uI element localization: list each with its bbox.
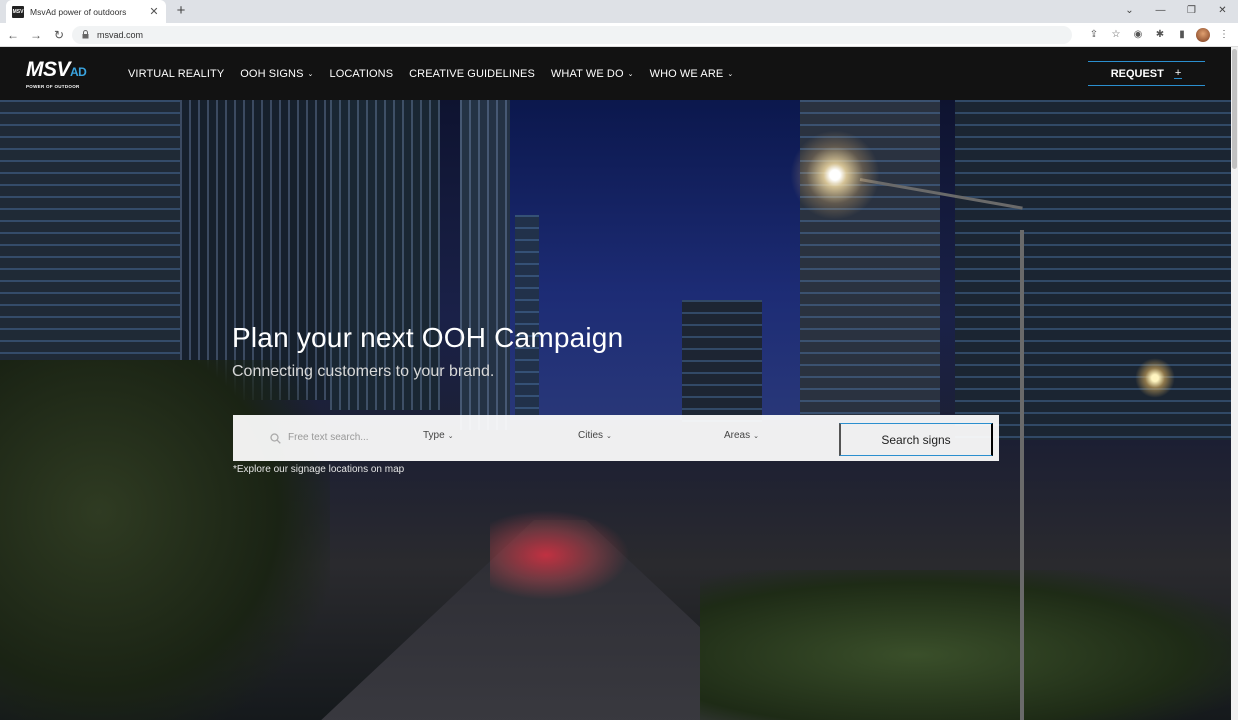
side-panel-icon[interactable]: ▮ [1174, 26, 1190, 44]
street-lamp-glow [1135, 358, 1175, 398]
page-scrollbar[interactable] [1231, 47, 1238, 720]
nav-creative-guidelines[interactable]: CREATIVE GUIDELINES [409, 68, 535, 80]
scrollbar-thumb[interactable] [1232, 49, 1237, 169]
nav-label: WHAT WE DO [550, 67, 624, 80]
chevron-down-icon: ⌄ [606, 433, 612, 440]
nav-locations[interactable]: LOCATIONS [329, 68, 393, 80]
minimize-button[interactable]: — [1145, 0, 1176, 23]
url-text[interactable]: msvad.com [97, 30, 143, 40]
street-lamp-pole [1020, 230, 1024, 720]
new-tab-button[interactable]: + [172, 2, 190, 19]
site-favicon-icon: MSV [12, 5, 24, 18]
chevron-down-icon: ⌄ [627, 70, 634, 78]
hero-traffic-lights [490, 510, 630, 600]
areas-label: Areas [724, 430, 751, 441]
search-icon [270, 431, 281, 444]
nav-who-we-are[interactable]: WHO WE ARE ⌄ [650, 68, 734, 80]
hero-trees [700, 570, 1231, 720]
lock-icon[interactable] [82, 29, 89, 41]
hero-section: Plan your next OOH Campaign Connecting c… [0, 100, 1231, 720]
nav-label: VIRTUAL REALITY [128, 67, 225, 80]
nav-label: WHO WE ARE [649, 67, 724, 80]
window-controls: ⌄ — ❐ ✕ [1114, 0, 1238, 23]
share-icon[interactable]: ⇪ [1086, 26, 1102, 44]
kebab-menu-icon[interactable]: ⋮ [1216, 26, 1232, 44]
browser-tabstrip: MSV MsvAd power of outdoors ✕ + ⌄ — ❐ ✕ [0, 0, 1238, 23]
hero-title: Plan your next OOH Campaign [232, 322, 624, 353]
nav-ooh-signs[interactable]: OOH SIGNS ⌄ [240, 68, 313, 80]
restore-button[interactable]: ❐ [1176, 0, 1207, 23]
search-signs-button[interactable]: Search signs [839, 423, 993, 456]
request-label: REQUEST [1110, 67, 1164, 80]
logo-ad-text: AD [70, 65, 87, 79]
hero-trees [0, 360, 330, 720]
nav-label: LOCATIONS [329, 67, 394, 80]
browser-toolbar: ← → ↻ msvad.com ⇪ ☆ ◉ ✱ ▮ ⋮ [0, 23, 1238, 47]
free-text-search-input[interactable] [288, 427, 398, 447]
bookmark-star-icon[interactable]: ☆ [1108, 26, 1124, 44]
close-window-button[interactable]: ✕ [1207, 0, 1238, 23]
logo-tagline: POWER OF OUTDOOR [26, 84, 80, 89]
page-viewport: MSVAD POWER OF OUTDOOR VIRTUAL REALITY O… [0, 47, 1238, 720]
site-header: MSVAD POWER OF OUTDOOR VIRTUAL REALITY O… [0, 47, 1231, 100]
logo-main-text: MSV [26, 58, 71, 81]
tab-title: MsvAd power of outdoors [30, 6, 127, 17]
nav-label: CREATIVE GUIDELINES [409, 67, 535, 80]
back-arrow-icon[interactable]: ← [3, 28, 23, 42]
chevron-down-icon: ⌄ [753, 433, 759, 440]
tab-close-icon[interactable]: ✕ [148, 5, 160, 18]
nav-label: OOH SIGNS [240, 67, 304, 80]
camera-icon[interactable]: ◉ [1130, 26, 1146, 44]
nav-virtual-reality[interactable]: VIRTUAL REALITY [128, 68, 224, 80]
areas-dropdown[interactable]: Areas ⌄ [724, 430, 759, 441]
cities-label: Cities [578, 430, 604, 441]
chevron-down-icon: ⌄ [307, 70, 314, 78]
browser-tab[interactable]: MSV MsvAd power of outdoors ✕ [6, 0, 166, 23]
reload-icon[interactable]: ↻ [49, 28, 69, 42]
type-label: Type [423, 430, 445, 441]
hero-subtitle: Connecting customers to your brand. [232, 363, 495, 380]
tab-search-icon[interactable]: ⌄ [1114, 0, 1145, 23]
forward-arrow-icon[interactable]: → [26, 28, 46, 42]
toolbar-icons: ⇪ ☆ ◉ ✱ ▮ ⋮ [1086, 26, 1232, 44]
extensions-puzzle-icon[interactable]: ✱ [1152, 26, 1168, 44]
profile-avatar[interactable] [1196, 28, 1210, 42]
sign-search-bar: Type⌄ Cities⌄ Areas⌄ Search signs [233, 415, 999, 461]
chevron-down-icon: ⌄ [727, 70, 734, 78]
main-nav: VIRTUAL REALITY OOH SIGNS ⌄ LOCATIONS CRE… [128, 47, 749, 100]
type-dropdown[interactable]: Type ⌄ [423, 430, 454, 441]
address-bar[interactable]: msvad.com [72, 26, 1072, 44]
hero-building [180, 100, 330, 400]
explore-map-link[interactable]: *Explore our signage locations on map [233, 464, 404, 475]
cities-dropdown[interactable]: Cities ⌄ [578, 430, 612, 441]
msvad-logo[interactable]: MSVAD POWER OF OUTDOOR [26, 59, 90, 89]
plus-icon: + [1173, 67, 1183, 79]
street-lamp-glow [790, 130, 880, 220]
chevron-down-icon: ⌄ [447, 433, 454, 440]
request-button[interactable]: REQUEST + [1088, 61, 1205, 86]
nav-what-we-do[interactable]: WHAT WE DO ⌄ [551, 68, 634, 80]
hero-building [955, 100, 1231, 440]
hero-building [682, 300, 762, 430]
hero-building [515, 215, 539, 415]
